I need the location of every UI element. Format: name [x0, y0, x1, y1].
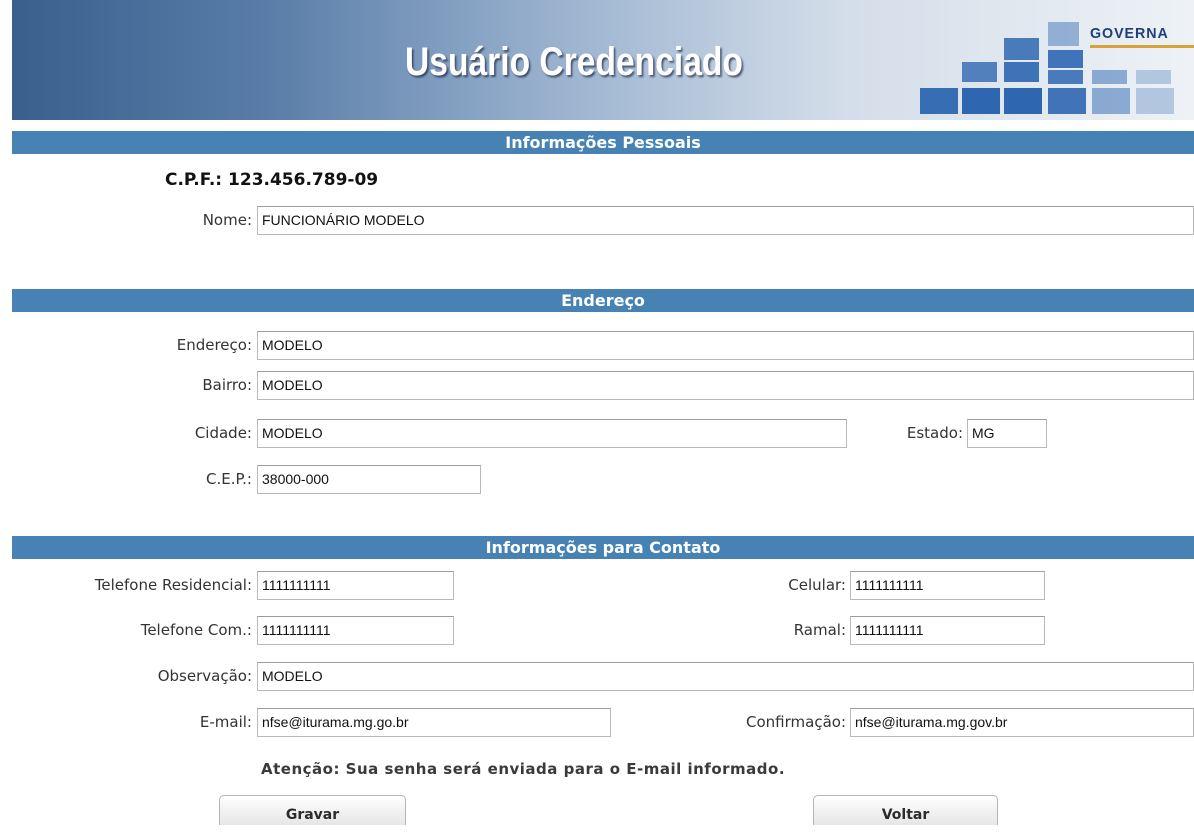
estado-label: Estado: — [906, 424, 963, 442]
nome-label: Nome: — [202, 211, 252, 229]
tel-res-label: Telefone Residencial: — [94, 576, 252, 594]
banner-tile — [1048, 70, 1083, 84]
banner-tile — [1048, 50, 1083, 68]
section-address: Endereço — [12, 289, 1194, 312]
back-button[interactable]: Voltar — [813, 795, 998, 825]
endereco-field[interactable]: MODELO — [257, 331, 1194, 360]
banner-tile — [1004, 62, 1039, 82]
email-confirm-label: Confirmação: — [746, 713, 846, 731]
email-field[interactable]: nfse@iturama.mg.go.br — [257, 708, 611, 737]
email-label: E-mail: — [199, 713, 252, 731]
section-contact-info: Informações para Contato — [12, 536, 1194, 559]
cpf-label: C.P.F.: — [165, 170, 223, 190]
bairro-label: Bairro: — [202, 376, 252, 394]
banner-tile — [1048, 88, 1086, 114]
estado-field[interactable]: MG — [967, 419, 1047, 448]
email-confirm-field[interactable]: nfse@iturama.mg.gov.br — [850, 708, 1194, 737]
banner-tile — [1004, 38, 1039, 60]
nome-field[interactable]: FUNCIONÁRIO MODELO — [257, 206, 1194, 235]
ramal-field[interactable]: 1111111111 — [850, 616, 1045, 645]
celular-label: Celular: — [788, 576, 846, 594]
banner-tile — [1136, 88, 1174, 114]
cidade-label: Cidade: — [194, 424, 252, 442]
banner-tile — [1004, 88, 1042, 114]
endereco-label: Endereço: — [176, 336, 252, 354]
observacao-field[interactable]: MODELO — [257, 662, 1194, 691]
tel-com-label: Telefone Com.: — [140, 621, 252, 639]
cidade-field[interactable]: MODELO — [257, 419, 847, 448]
government-logo: GOVERNA — [1090, 25, 1169, 42]
page-title: Usuário Credenciado — [405, 40, 743, 84]
cpf-display: C.P.F.: 123.456.789-09 — [165, 170, 378, 190]
bairro-field[interactable]: MODELO — [257, 371, 1194, 400]
cep-field[interactable]: 38000-000 — [257, 465, 481, 494]
banner-tile — [1136, 70, 1171, 84]
banner-tile — [1092, 70, 1127, 84]
observacao-label: Observação: — [157, 667, 252, 685]
banner-tile — [962, 88, 1000, 114]
banner-tile — [1092, 88, 1130, 114]
banner-tile — [962, 62, 997, 82]
tel-res-field[interactable]: 1111111111 — [257, 571, 454, 600]
header-banner: Usuário Credenciado GOVERNA — [12, 0, 1194, 120]
cpf-value: 123.456.789-09 — [228, 170, 379, 190]
logo-underline — [1090, 45, 1194, 48]
ramal-label: Ramal: — [793, 621, 846, 639]
celular-field[interactable]: 1111111111 — [850, 571, 1045, 600]
banner-tile — [1048, 22, 1079, 46]
save-button[interactable]: Gravar — [219, 795, 406, 825]
cep-label: C.E.P.: — [205, 470, 252, 488]
password-notice: Atenção: Sua senha será enviada para o E… — [261, 760, 786, 778]
banner-tile — [920, 88, 958, 114]
tel-com-field[interactable]: 1111111111 — [257, 616, 454, 645]
section-personal-info: Informações Pessoais — [12, 131, 1194, 154]
